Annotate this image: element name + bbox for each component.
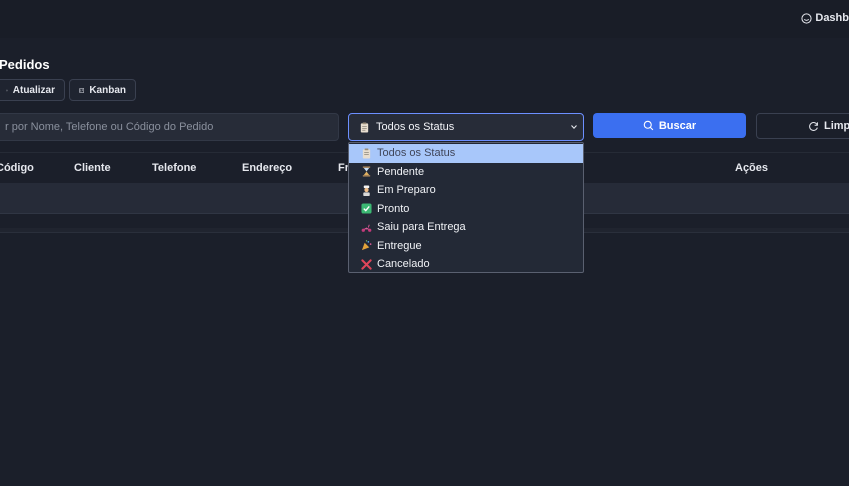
dashboard-label: Dashb bbox=[815, 12, 849, 24]
dashboard-link[interactable]: Dashb bbox=[801, 12, 849, 24]
status-option-label: Todos os Status bbox=[377, 147, 456, 160]
scooter-icon bbox=[361, 222, 372, 233]
status-option-label: Cancelado bbox=[377, 258, 430, 271]
status-option-label: Pendente bbox=[377, 165, 425, 178]
clear-button[interactable]: Limp bbox=[756, 113, 849, 139]
top-bar: Dashb bbox=[0, 0, 849, 38]
reset-icon bbox=[809, 121, 818, 131]
status-dropdown-list: Todos os Status Pendente Em Preparo Pron… bbox=[348, 142, 584, 273]
clipboard-icon bbox=[361, 148, 372, 159]
search-button[interactable]: Buscar bbox=[593, 113, 746, 138]
status-option-out-for-delivery[interactable]: Saiu para Entrega bbox=[349, 218, 583, 237]
search-placeholder: r por Nome, Telefone ou Código do Pedido bbox=[5, 121, 214, 133]
page-title: Pedidos bbox=[0, 57, 50, 72]
column-header-address[interactable]: Endereço bbox=[242, 162, 292, 174]
refresh-button[interactable]: Atualizar bbox=[0, 79, 65, 101]
hourglass-icon bbox=[361, 166, 372, 177]
refresh-icon bbox=[6, 89, 8, 91]
kanban-label: Kanban bbox=[89, 84, 126, 96]
clear-button-label: Limp bbox=[824, 120, 849, 132]
kanban-icon bbox=[79, 87, 85, 93]
status-select-value: Todos os Status bbox=[376, 121, 455, 133]
status-option-all[interactable]: Todos os Status bbox=[349, 144, 583, 163]
party-icon bbox=[361, 240, 372, 251]
status-select[interactable]: Todos os Status bbox=[348, 113, 584, 141]
check-box-icon bbox=[361, 203, 372, 214]
status-option-cancelled[interactable]: Cancelado bbox=[349, 255, 583, 274]
refresh-label: Atualizar bbox=[12, 84, 55, 96]
status-option-preparing[interactable]: Em Preparo bbox=[349, 181, 583, 200]
kanban-button[interactable]: Kanban bbox=[69, 79, 136, 101]
search-input[interactable]: r por Nome, Telefone ou Código do Pedido bbox=[0, 113, 339, 141]
column-header-client[interactable]: Cliente bbox=[74, 162, 111, 174]
status-option-label: Em Preparo bbox=[377, 184, 436, 197]
cook-icon bbox=[361, 185, 372, 196]
search-icon bbox=[643, 120, 654, 131]
column-header-phone[interactable]: Telefone bbox=[152, 162, 196, 174]
status-option-delivered[interactable]: Entregue bbox=[349, 237, 583, 256]
cross-icon bbox=[361, 259, 372, 270]
chevron-down-icon bbox=[571, 125, 577, 130]
status-option-ready[interactable]: Pronto bbox=[349, 200, 583, 219]
status-option-label: Saiu para Entrega bbox=[377, 221, 466, 234]
search-button-label: Buscar bbox=[658, 119, 697, 132]
column-header-actions: Ações bbox=[735, 162, 769, 174]
status-option-label: Entregue bbox=[377, 239, 422, 252]
dashboard-icon bbox=[801, 12, 812, 24]
status-option-pending[interactable]: Pendente bbox=[349, 163, 583, 182]
column-header-code[interactable]: Código bbox=[0, 162, 34, 174]
status-option-label: Pronto bbox=[377, 202, 410, 215]
clipboard-icon bbox=[359, 121, 370, 133]
